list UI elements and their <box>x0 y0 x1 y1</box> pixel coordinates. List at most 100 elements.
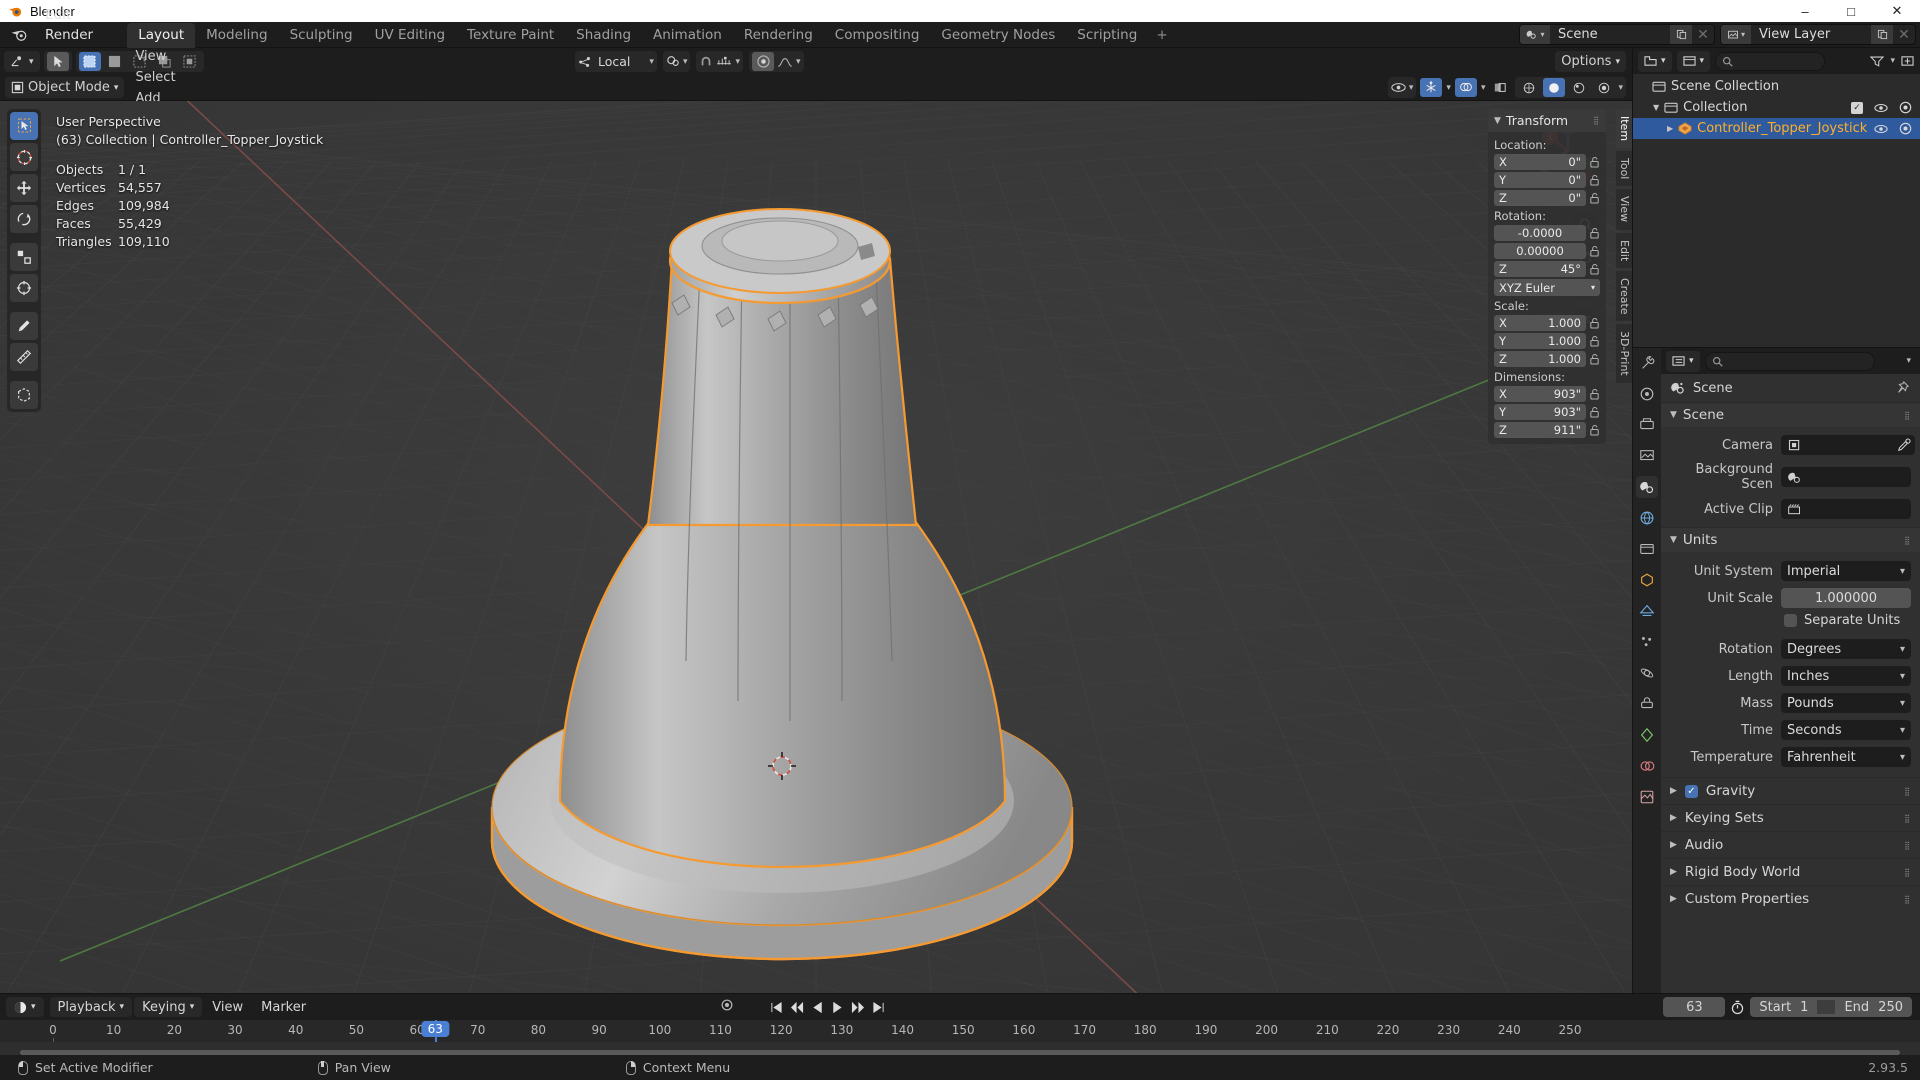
rotation-field-Z[interactable]: Z45° <box>1494 261 1586 277</box>
timeline-editor-type-icon[interactable]: ▾ <box>6 997 44 1017</box>
select-new-icon[interactable] <box>79 52 101 71</box>
scene-panel-header[interactable]: ▼ Scene ⣿ <box>1661 402 1920 427</box>
annotate-tool-icon[interactable] <box>10 312 38 340</box>
solid-shading-icon[interactable] <box>1543 78 1565 97</box>
unit-system-dropdown[interactable]: Imperial ▾ <box>1781 561 1911 581</box>
select-extend-icon[interactable] <box>104 52 126 71</box>
outliner-row[interactable]: ▶Controller_Topper_Joystick <box>1633 118 1920 139</box>
timeline-menu-keying[interactable]: Keying▾ <box>134 997 202 1017</box>
gizmo-toggle-icon[interactable] <box>1420 78 1442 97</box>
delete-viewlayer-icon[interactable]: ✕ <box>1893 25 1915 44</box>
dimensions-field-Y[interactable]: Y903" <box>1494 404 1586 420</box>
pin-icon[interactable] <box>1895 381 1909 395</box>
workspace-tab-layout[interactable]: Layout <box>127 23 195 48</box>
lock-icon[interactable] <box>1589 227 1600 239</box>
n-panel-tab-create[interactable]: Create <box>1616 271 1632 322</box>
proportional-edit-icon[interactable] <box>752 52 774 71</box>
n-panel-tab-3d-print[interactable]: 3D-Print <box>1616 324 1632 383</box>
collapse-triangle-icon[interactable]: ▶ <box>1670 786 1677 796</box>
location-field-X[interactable]: X0" <box>1494 154 1586 170</box>
transform-panel-header[interactable]: ▼ Transform ⣿ <box>1488 109 1606 132</box>
properties-tab-output[interactable] <box>1636 414 1658 436</box>
workspace-tab-shading[interactable]: Shading <box>565 23 642 48</box>
snap-magnet-group[interactable]: ▾ <box>663 51 691 72</box>
id-field[interactable] <box>1781 467 1911 487</box>
units-length-dropdown[interactable]: Inches▾ <box>1781 666 1911 686</box>
transform-tool-icon[interactable] <box>10 274 38 302</box>
lock-icon[interactable] <box>1589 424 1600 436</box>
blender-menu-icon[interactable] <box>10 27 28 43</box>
proportional-edit-group[interactable]: ▾ <box>696 51 743 72</box>
workspace-tab-geometry-nodes[interactable]: Geometry Nodes <box>930 23 1066 48</box>
eye-icon[interactable] <box>1874 103 1888 113</box>
lock-icon[interactable] <box>1589 192 1600 204</box>
workspace-tab-texture-paint[interactable]: Texture Paint <box>456 23 565 48</box>
stopwatch-icon[interactable] <box>1730 1000 1745 1015</box>
workspace-tab--[interactable]: + <box>1148 23 1175 48</box>
jump-to-start-icon[interactable] <box>770 1001 783 1014</box>
properties-tab-constraints[interactable] <box>1636 693 1658 715</box>
properties-tab-viewlayer[interactable] <box>1636 445 1658 467</box>
visibility-group[interactable]: ▾ <box>1388 77 1417 98</box>
n-panel-tab-view[interactable]: View <box>1616 189 1632 229</box>
outliner-row[interactable]: Scene Collection <box>1633 76 1920 97</box>
lock-icon[interactable] <box>1589 317 1600 329</box>
rendered-shading-icon[interactable] <box>1593 78 1615 97</box>
menu-file[interactable]: File <box>36 0 107 5</box>
n-panel-tab-item[interactable]: Item <box>1616 109 1632 148</box>
rotation-field-0[interactable]: -0.0000 <box>1494 225 1586 241</box>
transform-orientation-group[interactable]: Local ▾ <box>575 51 657 72</box>
timeline-menu-playback[interactable]: Playback▾ <box>50 997 133 1017</box>
collapse-triangle-icon[interactable]: ▶ <box>1667 124 1673 133</box>
viewlayer-selector[interactable]: ▾ View Layer ✕ <box>1720 24 1916 45</box>
panel-rigid-body-world[interactable]: ▶Rigid Body World⣿ <box>1661 858 1920 885</box>
panel-gravity[interactable]: ▶✓Gravity⣿ <box>1661 777 1920 804</box>
outliner-tree[interactable]: Scene Collection▼Collection✓▶Controller_… <box>1633 74 1920 347</box>
properties-options-chevron-icon[interactable]: ▾ <box>1906 356 1911 366</box>
id-field[interactable] <box>1781 435 1915 455</box>
properties-tab-physics[interactable] <box>1636 662 1658 684</box>
eyedropper-icon[interactable] <box>1897 438 1911 452</box>
properties-search-input[interactable] <box>1705 352 1875 371</box>
units-time-dropdown[interactable]: Seconds▾ <box>1781 720 1911 740</box>
proportional-falloff-group[interactable]: ▾ <box>749 51 804 72</box>
panel-custom-properties[interactable]: ▶Custom Properties⣿ <box>1661 885 1920 912</box>
timeline-ruler[interactable]: 0102030405060708090100110120130140150160… <box>0 1020 1920 1042</box>
outliner-new-collection-icon[interactable] <box>1901 55 1914 67</box>
units-rotation-dropdown[interactable]: Degrees▾ <box>1781 639 1911 659</box>
scale-tool-icon[interactable] <box>10 243 38 271</box>
eye-icon[interactable] <box>1391 82 1406 93</box>
tweak-tool-icon[interactable] <box>10 112 38 140</box>
lock-icon[interactable] <box>1589 406 1600 418</box>
panel-audio[interactable]: ▶Audio⣿ <box>1661 831 1920 858</box>
panel-enable-checkbox[interactable]: ✓ <box>1685 785 1698 798</box>
workspace-tab-sculpting[interactable]: Sculpting <box>279 23 364 48</box>
units-temperature-dropdown[interactable]: Fahrenheit▾ <box>1781 747 1911 767</box>
collapse-triangle-icon[interactable]: ▶ <box>1670 867 1677 877</box>
properties-tab-modifier[interactable] <box>1636 600 1658 622</box>
collapse-triangle-icon[interactable]: ▼ <box>1494 116 1501 126</box>
location-field-Z[interactable]: Z0" <box>1494 190 1586 206</box>
timeline-menu-view[interactable]: View <box>204 997 251 1017</box>
mode-selector[interactable]: Object Mode ▾ <box>5 77 124 98</box>
workspace-tab-modeling[interactable]: Modeling <box>195 23 278 48</box>
viewlayer-browse-icon[interactable]: ▾ <box>1721 25 1751 44</box>
id-field[interactable] <box>1781 499 1911 519</box>
scale-field-X[interactable]: X1.000 <box>1494 315 1586 331</box>
n-panel-tab-edit[interactable]: Edit <box>1616 233 1632 268</box>
scene-name[interactable]: Scene <box>1550 27 1670 42</box>
outliner-editor-type-icon[interactable]: ▾ <box>1638 51 1672 72</box>
rotation-mode-dropdown[interactable]: XYZ Euler ▾ <box>1494 279 1600 296</box>
properties-editor-type-icon[interactable]: ▾ <box>1666 351 1700 372</box>
workspace-tab-compositing[interactable]: Compositing <box>824 23 931 48</box>
separate-units-checkbox[interactable] <box>1784 614 1797 627</box>
cursor-tool-icon[interactable] <box>10 143 38 171</box>
properties-tab-world[interactable] <box>1636 507 1658 529</box>
play-icon[interactable] <box>831 1001 843 1014</box>
cursor-tool-icon[interactable] <box>47 52 69 71</box>
lock-icon[interactable] <box>1589 388 1600 400</box>
eye-icon[interactable] <box>1874 124 1888 134</box>
minimize-button[interactable]: – <box>1782 0 1828 22</box>
xray-toggle-icon[interactable] <box>1489 78 1511 97</box>
dimensions-field-Z[interactable]: Z911" <box>1494 422 1586 438</box>
